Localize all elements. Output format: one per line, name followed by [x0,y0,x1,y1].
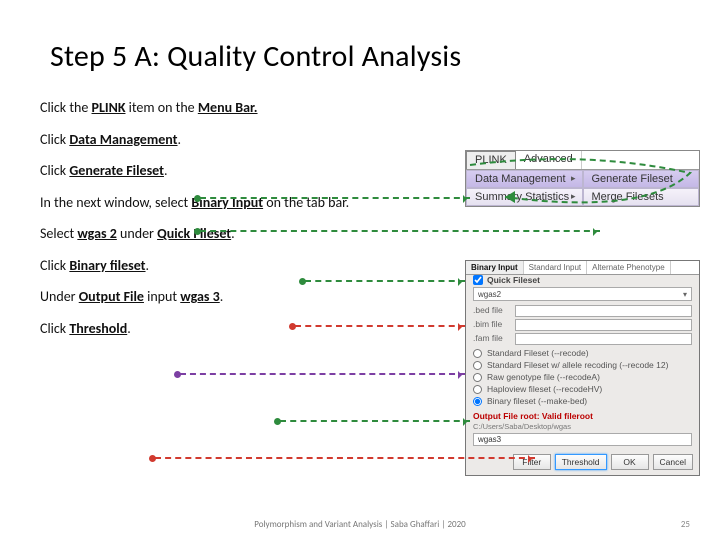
bed-field[interactable] [515,305,692,317]
tab-standard-input[interactable]: Standard Input [524,261,587,274]
quick-fileset-checkbox[interactable] [473,275,483,285]
menu-plink[interactable]: PLINK [466,151,516,169]
bed-label: .bed file [473,305,511,317]
radio-standard[interactable] [473,349,482,358]
bullet-8: Click Threshold. [40,320,440,338]
menu-merge-filesets[interactable]: Merge Filesets [583,188,700,206]
ok-button[interactable]: OK [611,454,649,470]
bim-label: .bim file [473,319,511,331]
output-path: C:/Users/Saba/Desktop/wgas [466,422,699,431]
dialog-screenshot: Binary Input Standard Input Alternate Ph… [465,260,700,476]
bullet-6: Click Binary fileset. [40,257,440,275]
tab-alternate-phenotype[interactable]: Alternate Phenotype [587,261,671,274]
radio-binary[interactable] [473,397,482,406]
footer-text: Polymorphism and Variant Analysis | Saba… [0,519,720,530]
arrow-wgas3 [280,420,470,422]
radio-raw[interactable] [473,373,482,382]
bullet-4: In the next window, select Binary Input … [40,194,440,212]
bullet-1: Click the PLINK item on the Menu Bar. [40,99,440,117]
tab-binary-input[interactable]: Binary Input [466,261,524,274]
quick-fileset-label: Quick Fileset [487,275,540,285]
menu-advanced[interactable]: Advanced [516,151,582,169]
radio-standard-allele[interactable] [473,361,482,370]
bullet-2: Click Data Management. [40,131,440,149]
bullet-5: Select wgas 2 under Quick Fileset. [40,225,440,243]
radio-haploview[interactable] [473,385,482,394]
instruction-list: Click the PLINK item on the Menu Bar. Cl… [40,99,440,337]
threshold-button[interactable]: Threshold [555,454,607,470]
cancel-button[interactable]: Cancel [653,454,693,470]
fam-label: .fam file [473,333,511,345]
filter-button[interactable]: Filter [513,454,551,470]
output-file-input[interactable]: wgas3 [473,433,692,446]
bullet-7: Under Output File input wgas 3. [40,288,440,306]
page-title: Step 5 A: Quality Control Analysis [50,38,690,75]
bim-field[interactable] [515,319,692,331]
menu-screenshot: PLINK Advanced Data Management Generate … [465,150,700,207]
fam-field[interactable] [515,333,692,345]
arrow-binary-fileset [180,373,465,375]
menu-data-management[interactable]: Data Management [466,170,583,188]
output-file-label: Output File root: Valid fileroot [466,407,699,422]
page-number: 25 [681,519,690,530]
menu-summary-statistics[interactable]: Summary Statistics [466,188,583,206]
menu-generate-fileset[interactable]: Generate Fileset [583,170,700,188]
bullet-3: Click Generate Fileset. [40,162,440,180]
quick-fileset-select[interactable]: wgas2 [473,287,692,301]
